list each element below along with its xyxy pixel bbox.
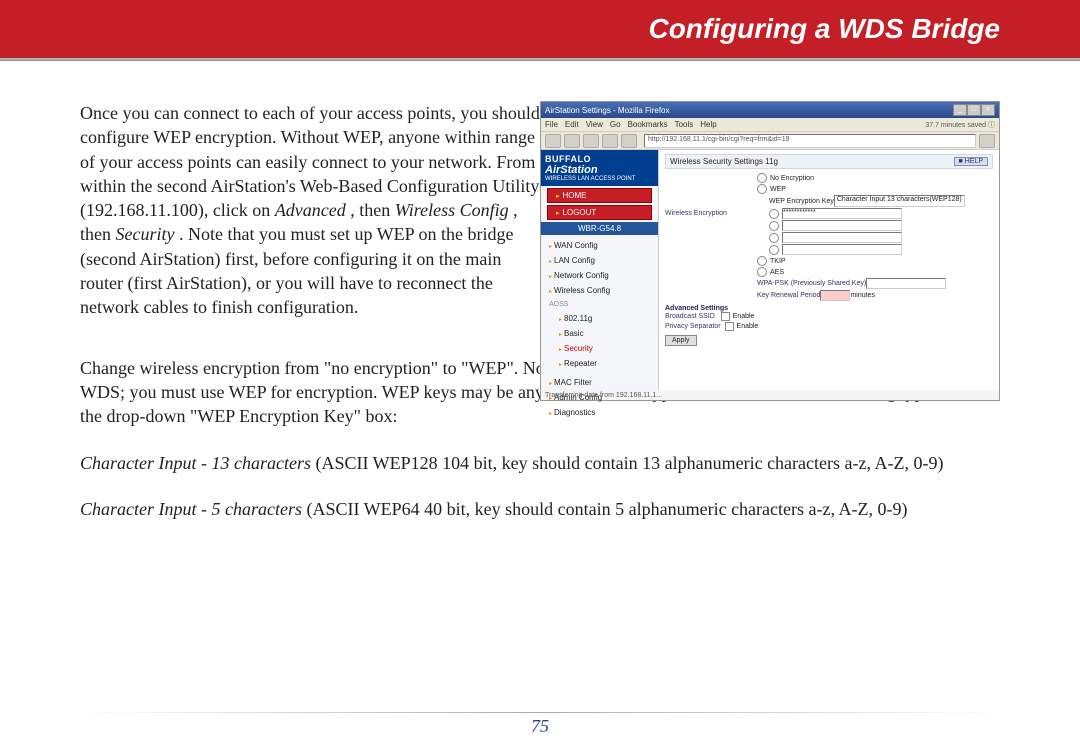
paragraph-4: Character Input - 5 characters (ASCII WE… bbox=[80, 497, 1000, 521]
opt-wpa: WPA-PSK (Previously Shared Key) bbox=[757, 280, 866, 287]
forward-icon[interactable] bbox=[564, 134, 580, 148]
text: (ASCII WEP64 40 bit, key should contain … bbox=[302, 499, 908, 519]
rekey-input[interactable] bbox=[820, 290, 850, 301]
brand-top: BUFFALO bbox=[545, 154, 654, 164]
page-body: BUFFALO AirStation WIRELESS LAN ACCESS P… bbox=[541, 150, 999, 390]
home-icon[interactable] bbox=[621, 134, 637, 148]
go-icon[interactable] bbox=[979, 134, 995, 148]
nav-list: WAN Config LAN Config Network Config Wir… bbox=[541, 235, 658, 299]
radio-aes[interactable] bbox=[757, 267, 767, 277]
saved-indicator: 37.7 minutes saved ⓘ bbox=[925, 120, 995, 130]
bssid-checkbox[interactable] bbox=[721, 312, 730, 321]
wep-key-select[interactable]: Character Input 13 characters(WEP128) bbox=[834, 195, 965, 207]
rekey-unit: minutes bbox=[850, 292, 875, 299]
nav-group-aoss: AOSS bbox=[541, 299, 658, 308]
radio-wep[interactable] bbox=[757, 184, 767, 194]
home-button[interactable]: HOME bbox=[547, 188, 652, 203]
config-screenshot: AirStation Settings - Mozilla Firefox _ … bbox=[540, 101, 1000, 401]
menubar: File Edit View Go Bookmarks Tools Help 3… bbox=[541, 118, 999, 132]
maximize-icon[interactable]: □ bbox=[967, 104, 981, 116]
emphasis-5char: Character Input - 5 characters bbox=[80, 499, 302, 519]
help-button[interactable]: ■ HELP bbox=[954, 157, 988, 166]
page-header: Configuring a WDS Bridge bbox=[0, 0, 1080, 58]
browser-toolbar: http://192.168.11.1/cgi-bin/cgi?req=frm&… bbox=[541, 132, 999, 150]
sidebar: BUFFALO AirStation WIRELESS LAN ACCESS P… bbox=[541, 150, 659, 390]
nav-sublist: 802.11g Basic Security Repeater bbox=[541, 308, 658, 372]
emphasis-wireless-config: Wireless Config bbox=[395, 200, 509, 220]
brand-logo: BUFFALO AirStation WIRELESS LAN ACCESS P… bbox=[541, 150, 658, 186]
menu-bookmarks[interactable]: Bookmarks bbox=[628, 120, 668, 129]
opt-wep: WEP bbox=[770, 186, 786, 193]
wireless-encryption-label: Wireless Encryption bbox=[665, 210, 757, 217]
emphasis-security: Security bbox=[116, 224, 175, 244]
priv-checkbox[interactable] bbox=[725, 322, 734, 331]
nav-network[interactable]: Network Config bbox=[549, 269, 658, 284]
enable-label2: Enable bbox=[737, 323, 759, 330]
emphasis-13char: Character Input - 13 characters bbox=[80, 453, 311, 473]
panel-header: Wireless Security Settings 11g ■ HELP bbox=[665, 154, 993, 169]
key-radio-3[interactable] bbox=[769, 233, 779, 243]
key-radio-1[interactable] bbox=[769, 209, 779, 219]
brand-sub: WIRELESS LAN ACCESS POINT bbox=[545, 176, 654, 182]
back-icon[interactable] bbox=[545, 134, 561, 148]
opt-tkip: TKIP bbox=[770, 258, 786, 265]
rekey-label: Key Renewal Period bbox=[757, 292, 820, 299]
text: (ASCII WEP128 104 bit, key should contai… bbox=[311, 453, 944, 473]
opt-aes: AES bbox=[770, 269, 784, 276]
minimize-icon[interactable]: _ bbox=[953, 104, 967, 116]
page-number: 75 bbox=[0, 716, 1080, 737]
brand-main: AirStation bbox=[545, 164, 654, 176]
menu-edit[interactable]: Edit bbox=[565, 120, 579, 129]
nav-basic[interactable]: Basic bbox=[559, 327, 658, 342]
footer-divider bbox=[80, 712, 1000, 713]
enable-label: Enable bbox=[733, 313, 755, 320]
key-radio-4[interactable] bbox=[769, 245, 779, 255]
nav-lan[interactable]: LAN Config bbox=[549, 254, 658, 269]
status-bar: Transferring data from 192.168.11.1... bbox=[545, 392, 662, 399]
page-title: Configuring a WDS Bridge bbox=[648, 13, 1000, 45]
key-input-4[interactable] bbox=[782, 244, 902, 255]
radio-tkip[interactable] bbox=[757, 256, 767, 266]
paragraph-1: Once you can connect to each of your acc… bbox=[80, 101, 540, 320]
security-form: No Encryption WEP WEP Encryption Key Cha… bbox=[665, 173, 993, 346]
nav-security[interactable]: Security bbox=[559, 342, 658, 357]
window-title: AirStation Settings - Mozilla Firefox bbox=[545, 106, 670, 115]
paragraph-3: Character Input - 13 characters (ASCII W… bbox=[80, 451, 1000, 475]
menu-file[interactable]: File bbox=[545, 120, 558, 129]
model-label: WBR-G54.8 bbox=[541, 222, 658, 235]
advanced-heading: Advanced Settings bbox=[665, 305, 993, 312]
wep-key-label: WEP Encryption Key bbox=[769, 198, 834, 205]
emphasis-advanced: Advanced bbox=[275, 200, 346, 220]
radio-none[interactable] bbox=[757, 173, 767, 183]
opt-none: No Encryption bbox=[770, 175, 814, 182]
close-icon[interactable]: × bbox=[981, 104, 995, 116]
address-bar[interactable]: http://192.168.11.1/cgi-bin/cgi?req=frm&… bbox=[644, 134, 976, 148]
wpa-input[interactable] bbox=[866, 278, 946, 289]
logout-button[interactable]: LOGOUT bbox=[547, 205, 652, 220]
menu-tools[interactable]: Tools bbox=[675, 120, 694, 129]
menu-view[interactable]: View bbox=[586, 120, 603, 129]
stop-icon[interactable] bbox=[602, 134, 618, 148]
window-titlebar: AirStation Settings - Mozilla Firefox _ … bbox=[541, 102, 999, 118]
reload-icon[interactable] bbox=[583, 134, 599, 148]
menu-help[interactable]: Help bbox=[700, 120, 716, 129]
nav-80211g[interactable]: 802.11g bbox=[559, 312, 658, 327]
text: , then bbox=[350, 200, 395, 220]
bssid-label: Broadcast SSID bbox=[665, 313, 715, 320]
key-input-2[interactable] bbox=[782, 220, 902, 231]
priv-label: Privacy Separator bbox=[665, 323, 721, 330]
nav-macfilter[interactable]: MAC Filter bbox=[549, 376, 658, 391]
main-panel: Wireless Security Settings 11g ■ HELP No… bbox=[659, 150, 999, 390]
key-radio-2[interactable] bbox=[769, 221, 779, 231]
menu-go[interactable]: Go bbox=[610, 120, 621, 129]
apply-button[interactable]: Apply bbox=[665, 335, 697, 346]
nav-wireless[interactable]: Wireless Config bbox=[549, 284, 658, 299]
key-input-3[interactable] bbox=[782, 232, 902, 243]
nav-repeater[interactable]: Repeater bbox=[559, 357, 658, 372]
key-input-1[interactable]: ************ bbox=[782, 208, 902, 219]
nav-wan[interactable]: WAN Config bbox=[549, 239, 658, 254]
nav-diag[interactable]: Diagnostics bbox=[549, 406, 658, 421]
page-content: Once you can connect to each of your acc… bbox=[0, 61, 1080, 521]
panel-title: Wireless Security Settings 11g bbox=[670, 157, 778, 166]
